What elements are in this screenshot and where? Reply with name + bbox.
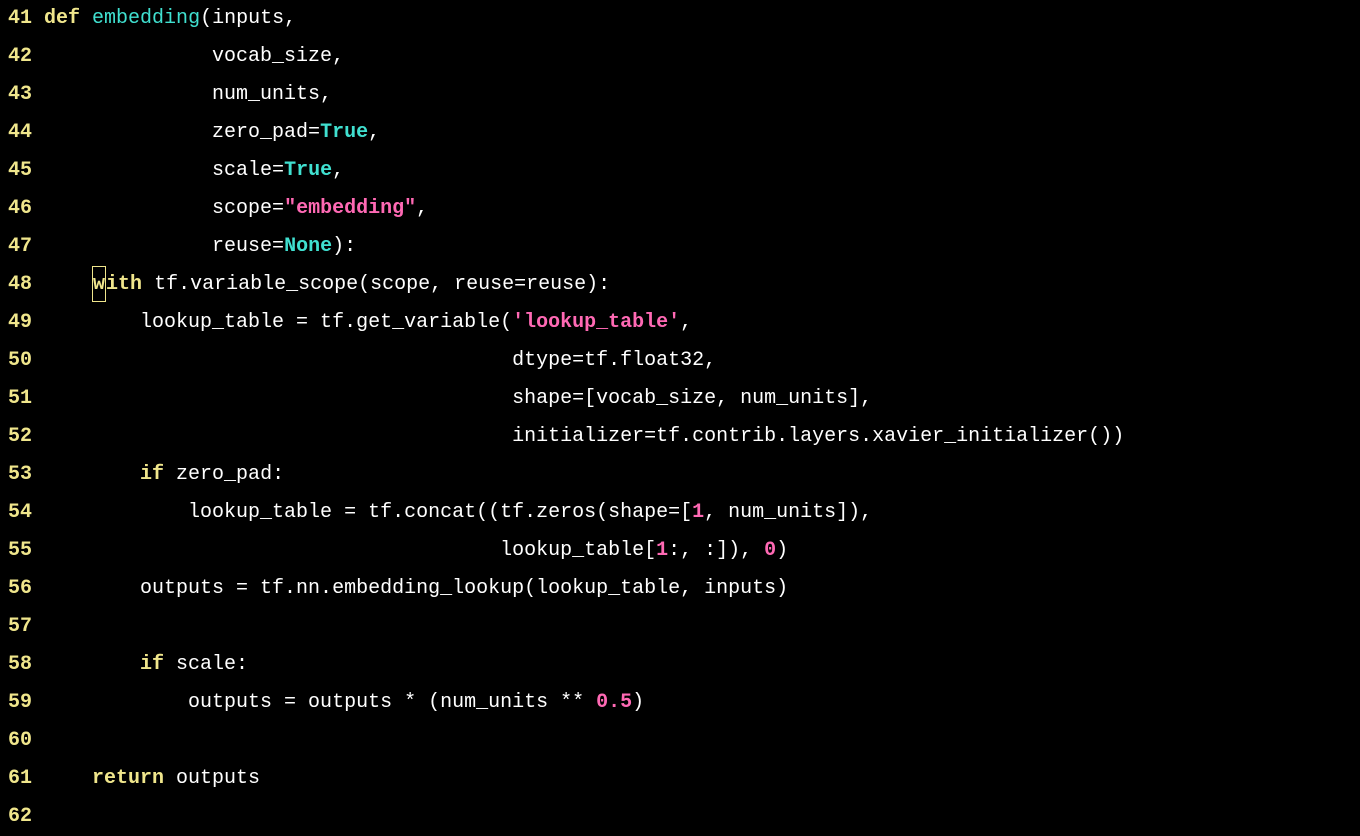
code-token: , <box>332 159 344 182</box>
code-token: initializer=tf.contrib.layers.xavier_ini… <box>44 425 1124 448</box>
line-number: 59 <box>8 684 32 722</box>
code-line[interactable]: if zero_pad: <box>44 456 1360 494</box>
line-number-gutter: 4142434445464748495051525354555657585960… <box>0 0 44 834</box>
code-line[interactable]: zero_pad=True, <box>44 114 1360 152</box>
code-token: tf.variable_scope(scope, reuse=reuse): <box>142 273 610 296</box>
code-token: lookup_table = tf.concat((tf.zeros(shape… <box>44 501 692 524</box>
code-token: "embedding" <box>284 197 416 220</box>
code-line[interactable]: outputs = tf.nn.embedding_lookup(lookup_… <box>44 570 1360 608</box>
code-token: 0.5 <box>596 691 632 714</box>
code-token: None <box>284 235 332 258</box>
code-token: , num_units]), <box>704 501 872 524</box>
code-line[interactable]: vocab_size, <box>44 38 1360 76</box>
code-token: 1 <box>692 501 704 524</box>
line-number: 57 <box>8 608 32 646</box>
code-line[interactable]: scope="embedding", <box>44 190 1360 228</box>
code-line[interactable]: lookup_table[1:, :]), 0) <box>44 532 1360 570</box>
line-number: 47 <box>8 228 32 266</box>
code-line[interactable]: lookup_table = tf.get_variable('lookup_t… <box>44 304 1360 342</box>
line-number: 42 <box>8 38 32 76</box>
line-number: 55 <box>8 532 32 570</box>
code-token: ) <box>632 691 644 714</box>
code-line[interactable]: with tf.variable_scope(scope, reuse=reus… <box>44 266 1360 304</box>
code-line[interactable]: def embedding(inputs, <box>44 0 1360 38</box>
code-token: ) <box>776 539 788 562</box>
code-token: scope= <box>44 197 284 220</box>
code-line[interactable]: num_units, <box>44 76 1360 114</box>
code-token: :, :]), <box>668 539 764 562</box>
code-line[interactable]: scale=True, <box>44 152 1360 190</box>
line-number: 56 <box>8 570 32 608</box>
code-token: shape=[vocab_size, num_units], <box>44 387 872 410</box>
code-token: zero_pad: <box>164 463 284 486</box>
code-token: 'lookup_table' <box>512 311 680 334</box>
code-token <box>44 653 140 676</box>
line-number: 50 <box>8 342 32 380</box>
code-token: def <box>44 7 80 30</box>
line-number: 51 <box>8 380 32 418</box>
line-number: 46 <box>8 190 32 228</box>
code-token: , <box>680 311 692 334</box>
line-number: 48 <box>8 266 32 304</box>
line-number: 58 <box>8 646 32 684</box>
line-number: 49 <box>8 304 32 342</box>
code-token <box>44 273 92 296</box>
line-number: 41 <box>8 0 32 38</box>
code-line[interactable]: if scale: <box>44 646 1360 684</box>
line-number: 52 <box>8 418 32 456</box>
code-token: True <box>320 121 368 144</box>
code-editor[interactable]: 4142434445464748495051525354555657585960… <box>0 0 1360 834</box>
code-line[interactable] <box>44 722 1360 760</box>
line-number: 44 <box>8 114 32 152</box>
code-area[interactable]: def embedding(inputs, vocab_size, num_un… <box>44 0 1360 834</box>
code-line[interactable]: initializer=tf.contrib.layers.xavier_ini… <box>44 418 1360 456</box>
code-line[interactable]: dtype=tf.float32, <box>44 342 1360 380</box>
code-token: return <box>92 767 164 790</box>
line-number: 54 <box>8 494 32 532</box>
code-token: , <box>416 197 428 220</box>
code-line[interactable] <box>44 798 1360 836</box>
code-token: lookup_table[ <box>44 539 656 562</box>
code-token: (inputs, <box>200 7 296 30</box>
code-token <box>44 767 92 790</box>
code-token: outputs <box>164 767 260 790</box>
code-line[interactable]: return outputs <box>44 760 1360 798</box>
code-token: if <box>140 463 164 486</box>
code-token: ith <box>106 273 142 296</box>
code-token: 1 <box>656 539 668 562</box>
code-line[interactable] <box>44 608 1360 646</box>
code-line[interactable]: lookup_table = tf.concat((tf.zeros(shape… <box>44 494 1360 532</box>
code-token: 0 <box>764 539 776 562</box>
line-number: 45 <box>8 152 32 190</box>
line-number: 61 <box>8 760 32 798</box>
line-number: 62 <box>8 798 32 836</box>
code-token: , <box>368 121 380 144</box>
code-token: dtype=tf.float32, <box>44 349 716 372</box>
code-token: ): <box>332 235 356 258</box>
line-number: 53 <box>8 456 32 494</box>
code-token <box>44 463 140 486</box>
code-token: scale= <box>44 159 284 182</box>
code-token: scale: <box>164 653 248 676</box>
code-token: zero_pad= <box>44 121 320 144</box>
code-token: if <box>140 653 164 676</box>
code-token: num_units, <box>44 83 332 106</box>
text-cursor: w <box>92 266 106 302</box>
code-line[interactable]: shape=[vocab_size, num_units], <box>44 380 1360 418</box>
code-token: outputs = tf.nn.embedding_lookup(lookup_… <box>44 577 788 600</box>
code-token: True <box>284 159 332 182</box>
code-token: embedding <box>92 7 200 30</box>
code-token <box>80 7 92 30</box>
code-token: vocab_size, <box>44 45 344 68</box>
code-line[interactable]: reuse=None): <box>44 228 1360 266</box>
line-number: 43 <box>8 76 32 114</box>
code-token: reuse= <box>44 235 284 258</box>
code-token: lookup_table = tf.get_variable( <box>44 311 512 334</box>
code-line[interactable]: outputs = outputs * (num_units ** 0.5) <box>44 684 1360 722</box>
code-token: outputs = outputs * (num_units ** <box>44 691 596 714</box>
line-number: 60 <box>8 722 32 760</box>
